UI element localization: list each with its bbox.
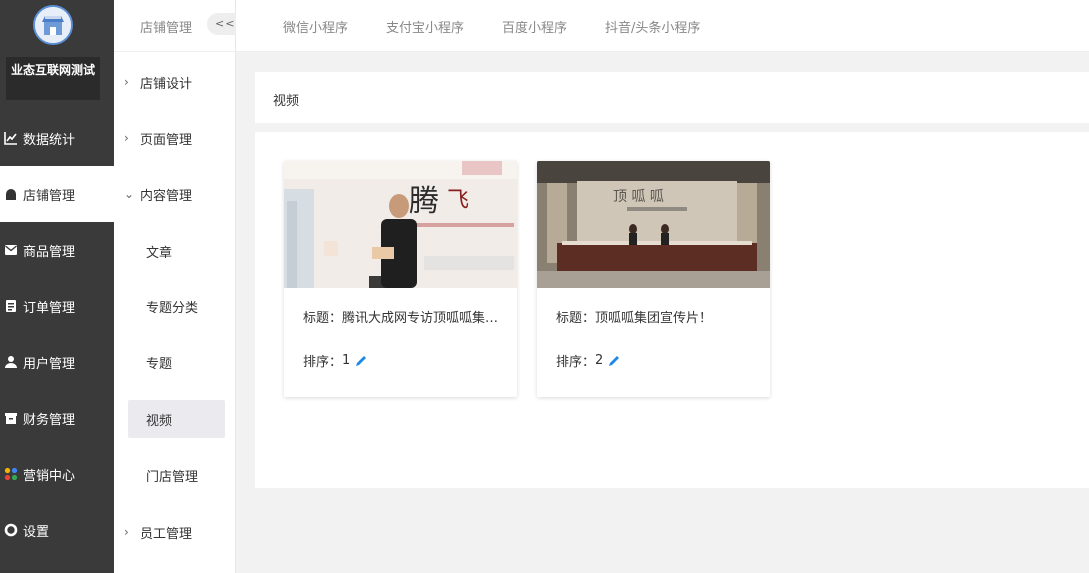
shop-name: 业态互联网测试	[6, 57, 100, 100]
sidebar-item-settings[interactable]: 设置	[0, 502, 114, 558]
clipboard-icon	[4, 299, 18, 313]
chevron-right-icon: ›	[124, 525, 129, 539]
subnav-item-store-locations[interactable]: 门店管理	[114, 455, 236, 495]
subnav-item-label: 门店管理	[146, 469, 199, 485]
shop-logo[interactable]	[33, 5, 73, 45]
tab-douyin-toutiao-miniprogram[interactable]: 抖音/头条小程序	[605, 17, 700, 36]
tab-alipay-miniprogram[interactable]: 支付宝小程序	[386, 17, 464, 36]
subnav-item-label: 员工管理	[140, 526, 193, 542]
sidebar-item-store-management[interactable]: 店铺管理	[0, 166, 114, 222]
video-title: 标题：顶呱呱集团宣传片！	[556, 311, 713, 326]
sidebar-item-label: 设置	[23, 524, 50, 540]
subnav-header: 店铺管理 <<	[114, 0, 237, 52]
sidebar-item-label: 店铺管理	[23, 188, 76, 204]
shop-logo-icon	[35, 7, 71, 43]
sort-value: 1	[342, 353, 351, 368]
video-thumbnail[interactable]: 顶 呱 呱	[537, 161, 770, 288]
subnav-item-content-management[interactable]: ⌄ 内容管理	[114, 174, 236, 214]
subnav-item-videos[interactable]: 视频	[128, 400, 225, 438]
subnav-title: 店铺管理	[140, 21, 193, 36]
svg-text:飞: 飞	[447, 188, 469, 213]
video-card[interactable]: 顶 呱 呱 标题：顶呱呱集团宣传片！ 排序： 2	[537, 161, 770, 397]
sidebar-item-label: 财务管理	[23, 412, 76, 428]
subnav-item-label: 视频	[146, 413, 173, 429]
subnav-item-label: 文章	[146, 245, 173, 261]
finance-box-icon	[4, 411, 18, 425]
video-card[interactable]: 腾 飞 标题：腾讯大成网专访顶呱呱集团董事长 排序： 1	[284, 161, 517, 397]
store-icon	[4, 187, 18, 201]
sort-label: 排序：	[556, 355, 596, 370]
subnav-item-staff-management[interactable]: › 员工管理	[114, 512, 236, 552]
subnav-item-label: 内容管理	[140, 188, 193, 204]
sidebar-item-label: 用户管理	[23, 356, 76, 372]
sidebar-item-product-management[interactable]: 商品管理	[0, 222, 114, 278]
sidebar-item-marketing-center[interactable]: 营销中心	[0, 446, 114, 502]
video-list-panel: 腾 飞 标题：腾讯大成网专访顶呱呱集团董事长 排序： 1	[255, 132, 1089, 488]
settings-dot-icon	[4, 523, 18, 537]
video-sort: 排序： 2	[556, 351, 621, 370]
subnav-item-label: 专题	[146, 356, 173, 372]
section-header: 视频	[255, 72, 1089, 123]
collapse-sidebar-button[interactable]: <<	[207, 13, 237, 35]
chevron-right-icon: ›	[124, 131, 129, 145]
sidebar-item-label: 商品管理	[23, 244, 76, 260]
sidebar-item-user-management[interactable]: 用户管理	[0, 334, 114, 390]
sidebar-item-finance-management[interactable]: 财务管理	[0, 390, 114, 446]
app-root: 业态互联网测试 数据统计 店铺管理 商品管理 订单管理 用户管理 财务管理 营销…	[0, 0, 1089, 573]
sidebar-item-label: 数据统计	[23, 132, 76, 148]
sort-label: 排序：	[303, 355, 343, 370]
sidebar-item-label: 订单管理	[23, 300, 76, 316]
tab-baidu-miniprogram[interactable]: 百度小程序	[502, 17, 567, 36]
subnav-item-topics[interactable]: 专题	[114, 342, 236, 382]
edit-pencil-icon[interactable]	[607, 354, 621, 368]
sort-value: 2	[595, 353, 604, 368]
svg-text:顶 呱 呱: 顶 呱 呱	[613, 189, 664, 205]
subnav-item-label: 专题分类	[146, 300, 199, 316]
subnav-item-label: 页面管理	[140, 132, 193, 148]
subnav-item-topic-categories[interactable]: 专题分类	[114, 286, 236, 326]
video-sort: 排序： 1	[303, 351, 368, 370]
edit-pencil-icon[interactable]	[354, 354, 368, 368]
video-title: 标题：腾讯大成网专访顶呱呱集团董事长	[303, 311, 503, 326]
sidebar-item-data-stats[interactable]: 数据统计	[0, 110, 114, 166]
secondary-sidebar: 店铺管理 << › 店铺设计 › 页面管理 ⌄ 内容管理 文章 专题分类 专题 …	[114, 0, 237, 573]
sidebar-item-label: 营销中心	[23, 468, 76, 484]
marketing-icon	[4, 467, 18, 481]
chevron-down-icon: ⌄	[124, 187, 135, 201]
envelope-icon	[4, 243, 18, 257]
subnav-item-label: 店铺设计	[140, 76, 193, 92]
svg-text:腾: 腾	[409, 184, 439, 219]
subnav-item-store-design[interactable]: › 店铺设计	[114, 62, 236, 102]
user-icon	[4, 355, 18, 369]
chevron-right-icon: ›	[124, 75, 129, 89]
subnav-item-page-management[interactable]: › 页面管理	[114, 118, 236, 158]
tab-wechat-miniprogram[interactable]: 微信小程序	[283, 17, 348, 36]
page-title: 视频	[273, 94, 300, 109]
platform-tabs: 微信小程序 支付宝小程序 百度小程序 抖音/头条小程序	[236, 0, 1089, 52]
video-thumbnail[interactable]: 腾 飞	[284, 161, 517, 288]
subnav-item-articles[interactable]: 文章	[114, 231, 236, 271]
primary-sidebar: 业态互联网测试 数据统计 店铺管理 商品管理 订单管理 用户管理 财务管理 营销…	[0, 0, 114, 573]
chart-line-icon	[4, 131, 18, 145]
sidebar-item-order-management[interactable]: 订单管理	[0, 278, 114, 334]
